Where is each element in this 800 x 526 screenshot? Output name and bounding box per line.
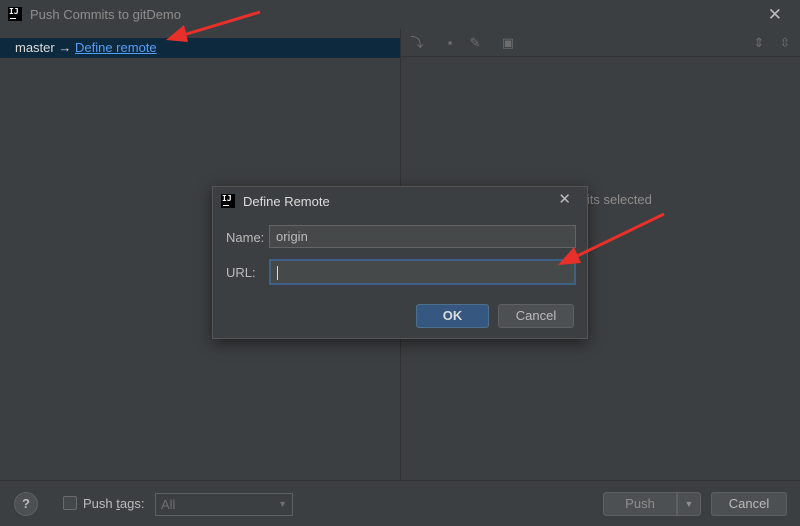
push-tags-label: Push tags: — [83, 496, 145, 511]
url-label: URL: — [226, 265, 256, 280]
changes-toolbar: ⤵ ▪ ✎ ▣ ⇕ ⇳ — [401, 29, 800, 57]
ok-button[interactable]: OK — [416, 304, 489, 328]
preview-icon[interactable]: ▣ — [500, 35, 516, 51]
expand-all-icon[interactable]: ⇕ — [751, 35, 767, 51]
bottom-bar: ? Push tags: All ▼ Push ▼ Cancel — [0, 480, 800, 526]
branch-arrow: → — [58, 40, 72, 55]
chevron-down-icon: ▼ — [684, 499, 694, 509]
url-field[interactable] — [269, 259, 576, 285]
intellij-logo-icon: IJ — [221, 194, 235, 208]
define-remote-link[interactable]: Define remote — [75, 40, 157, 55]
dialog-title: Define Remote — [243, 194, 330, 209]
branch-row[interactable]: master → Define remote — [0, 38, 400, 58]
intellij-logo-icon: IJ — [8, 7, 22, 21]
collapse-all-icon[interactable]: ⇳ — [777, 35, 793, 51]
diff-icon[interactable]: ⤵ — [409, 35, 425, 51]
define-remote-dialog: IJ Define Remote ✕ Name: origin URL: OK … — [212, 186, 588, 339]
name-label: Name: — [226, 230, 265, 245]
push-options-dropdown[interactable]: ▼ — [677, 492, 701, 516]
cancel-button[interactable]: Cancel — [711, 492, 787, 516]
branch-name: master — [15, 40, 55, 55]
push-button[interactable]: Push — [603, 492, 677, 516]
push-tags-checkbox[interactable] — [63, 496, 77, 510]
dialog-cancel-button[interactable]: Cancel — [498, 304, 574, 328]
dialog-close-icon[interactable]: ✕ — [558, 190, 571, 208]
edit-icon[interactable]: ✎ — [467, 35, 483, 51]
chevron-down-icon: ▼ — [278, 499, 287, 509]
tags-combo-value: All — [161, 497, 176, 512]
name-field[interactable]: origin — [269, 225, 576, 248]
tags-combo[interactable]: All ▼ — [155, 493, 293, 516]
title-bar: IJ Push Commits to gitDemo ✕ — [0, 0, 800, 29]
window-title: Push Commits to gitDemo — [30, 7, 181, 22]
group-by-icon[interactable]: ▪ — [442, 35, 458, 51]
text-cursor — [277, 265, 278, 280]
help-button[interactable]: ? — [14, 492, 38, 516]
window-close-icon[interactable]: ✕ — [768, 5, 782, 25]
